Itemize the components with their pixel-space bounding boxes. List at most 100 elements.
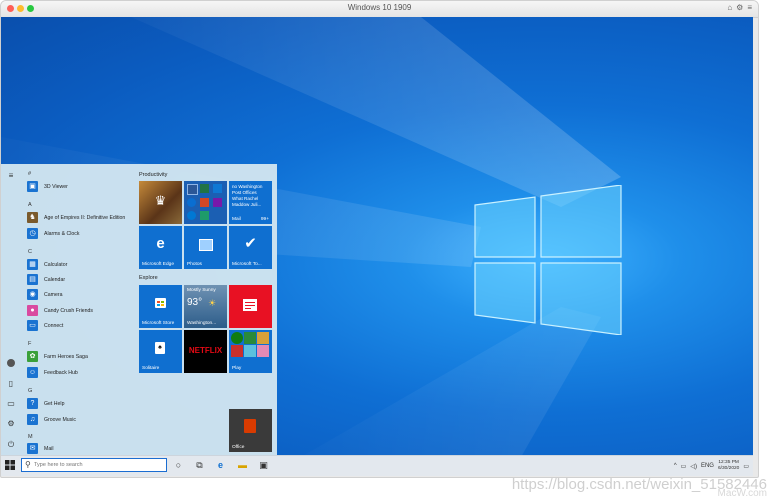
app-calendar[interactable]: ▤ Calendar — [27, 273, 65, 286]
cortana-icon[interactable]: ○ — [173, 460, 184, 471]
checkmark-icon: ✔ — [244, 235, 257, 252]
home-icon[interactable]: ⌂ — [727, 3, 732, 12]
tile-label: Microsoft To... — [232, 262, 262, 267]
clock[interactable]: 12:35 PM 6/30/2020 — [718, 460, 739, 472]
tile-label: Solitaire — [142, 366, 160, 371]
tile-office[interactable]: Office — [229, 409, 272, 452]
task-view-icon[interactable]: ⧉ — [194, 460, 205, 471]
edge-taskbar-icon[interactable]: e — [215, 460, 226, 471]
app-calculator[interactable]: ▦ Calculator — [27, 258, 67, 271]
tile-label: Mail — [232, 217, 241, 222]
language-indicator[interactable]: ENG — [701, 463, 714, 469]
windows-start-icon[interactable] — [5, 460, 15, 470]
letter-header[interactable]: F — [28, 341, 31, 347]
system-tray: ^ ▭ ◁) ENG 12:35 PM 6/30/2020 ▭ — [674, 457, 749, 475]
weather-condition: Mostly Sunny — [187, 288, 216, 293]
app-farm-heroes[interactable]: ✿ Farm Heroes Saga — [27, 350, 88, 363]
app-connect[interactable]: ▭ Connect — [27, 319, 63, 332]
hamburger-menu-icon[interactable]: ≡ — [6, 171, 16, 181]
game-thumb-icon — [244, 345, 256, 357]
settings-gear-icon[interactable]: ⚙ — [6, 419, 16, 429]
app-groove-music[interactable]: ♫ Groove Music — [27, 413, 76, 426]
network-icon[interactable]: ▭ — [681, 463, 687, 470]
tile-news[interactable] — [229, 285, 272, 328]
tile-weather[interactable]: Mostly Sunny 93° ☀ Washington... — [184, 285, 227, 328]
documents-icon[interactable]: ▯ — [6, 379, 16, 389]
photos-icon — [199, 239, 213, 251]
outlook-icon — [213, 184, 222, 193]
letter-header[interactable]: # — [28, 171, 31, 177]
game-thumb-icon — [231, 345, 243, 357]
skype-icon — [187, 198, 196, 207]
tile-label: Microsoft Store — [142, 321, 175, 326]
tile-todo[interactable]: ✔ Microsoft To... — [229, 226, 272, 269]
letter-header[interactable]: G — [28, 388, 32, 394]
group-title-productivity[interactable]: Productivity — [139, 172, 167, 178]
window-tools: ⌂ ⚙ ≡ — [727, 3, 752, 12]
file-explorer-icon[interactable]: ▬ — [237, 460, 248, 471]
app-label: Camera — [44, 291, 63, 298]
group-title-explore[interactable]: Explore — [139, 275, 158, 281]
tile-store[interactable]: Microsoft Store — [139, 285, 182, 328]
cards-icon: ♠ — [155, 342, 165, 354]
menu-icon[interactable]: ≡ — [747, 3, 752, 12]
tile-photos[interactable]: Photos — [184, 226, 227, 269]
tile-mail[interactable]: no Washington Post Offices What Rachel M… — [229, 181, 272, 224]
calculator-icon: ▦ — [27, 259, 38, 270]
tile-solitaire[interactable]: ♠ Solitaire — [139, 330, 182, 373]
tile-edge[interactable]: e Microsoft Edge — [139, 226, 182, 269]
store-taskbar-icon[interactable]: ▣ — [258, 460, 269, 471]
tile-play[interactable]: Play — [229, 330, 272, 373]
app-alarms-clock[interactable]: ◷ Alarms & Clock — [27, 227, 79, 240]
netflix-logo: NETFLIX — [188, 346, 223, 355]
tile-age-of-empires[interactable]: ♛ — [139, 181, 182, 224]
app-camera[interactable]: ◉ Camera — [27, 288, 62, 301]
mail-badge: 99+ — [260, 217, 269, 222]
mail-icon: ✉ — [27, 443, 38, 454]
app-label: Connect — [44, 322, 64, 329]
power-icon[interactable]: ⏻ — [6, 440, 16, 450]
xbox-icon — [231, 332, 243, 344]
cube-icon: ▣ — [27, 181, 38, 192]
app-feedback-hub[interactable]: ☺ Feedback Hub — [27, 366, 78, 379]
volume-icon[interactable]: ◁) — [690, 463, 697, 470]
app-label: Groove Music — [44, 416, 76, 423]
powerpoint-icon — [200, 198, 209, 207]
app-get-help[interactable]: ? Get Help — [27, 397, 64, 410]
tile-label: Office — [232, 445, 245, 450]
feedback-icon: ☺ — [27, 367, 38, 378]
app-label: Mail — [44, 445, 54, 452]
sun-icon: ☀ — [208, 298, 217, 308]
search-input[interactable] — [34, 460, 162, 470]
app-age-of-empires[interactable]: ♞ Age of Empires II: Definitive Edition — [27, 211, 125, 224]
windows-logo — [474, 185, 622, 335]
notifications-icon[interactable]: ▭ — [743, 463, 749, 470]
news-icon — [243, 299, 257, 311]
weather-temp: 93° — [187, 297, 203, 308]
farm-icon: ✿ — [27, 351, 38, 362]
pictures-icon[interactable]: ▭ — [6, 399, 16, 409]
gear-icon[interactable]: ⚙ — [736, 3, 743, 12]
chevron-up-icon[interactable]: ^ — [674, 463, 677, 469]
teams-icon — [200, 211, 209, 220]
app-label: Age of Empires II: Definitive Edition — [44, 214, 126, 221]
game-thumb-icon — [257, 332, 269, 344]
letter-header[interactable]: C — [28, 249, 32, 255]
onenote-icon — [213, 198, 222, 207]
app-3d-viewer[interactable]: ▣ 3D Viewer — [27, 180, 68, 193]
game-icon: ♞ — [27, 212, 38, 223]
tile-netflix[interactable]: NETFLIX — [184, 330, 227, 373]
user-avatar-icon[interactable] — [7, 359, 15, 367]
app-mail[interactable]: ✉ Mail — [27, 442, 54, 455]
letter-header[interactable]: A — [28, 202, 32, 208]
tile-office-apps[interactable] — [184, 181, 227, 224]
calendar-icon: ▤ — [27, 274, 38, 285]
clock-icon: ◷ — [27, 228, 38, 239]
start-menu: ≡ ▯ ▭ ⚙ ⏻ # ▣ 3D Viewer A ♞ Age of Empir… — [1, 164, 277, 457]
taskbar-search[interactable]: ⚲ — [21, 458, 167, 472]
clock-date: 6/30/2020 — [717, 466, 740, 471]
app-candy-crush[interactable]: ● Candy Crush Friends — [27, 304, 93, 317]
camera-icon: ◉ — [27, 289, 38, 300]
mail-preview: no Washington Post Offices What Rachel M… — [232, 184, 262, 208]
letter-header[interactable]: M — [28, 434, 33, 440]
